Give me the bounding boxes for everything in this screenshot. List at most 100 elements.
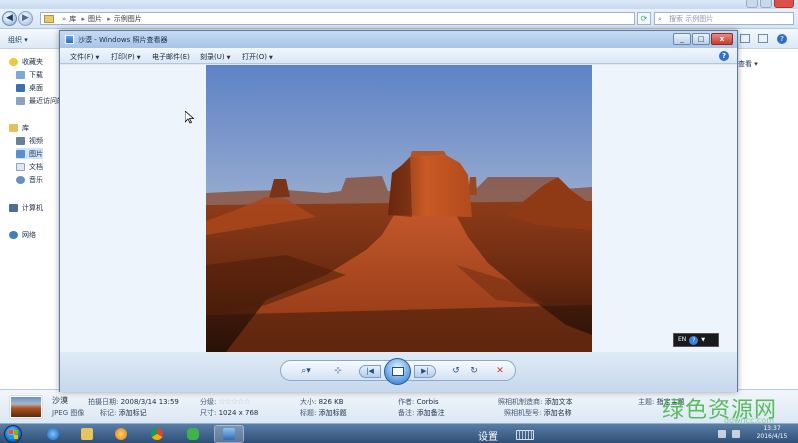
rating-field[interactable]: 分级: ☆☆☆☆☆ [200,397,251,407]
chevron-down-icon: ▼ [136,55,141,61]
chevron-down-icon[interactable]: ▼ [701,334,705,346]
folder-icon [81,428,93,440]
downloads-icon [16,70,25,79]
slideshow-icon [392,367,404,376]
viewer-maximize-button[interactable]: □ [692,33,710,45]
organize-button[interactable]: 组织 ▾ [8,35,28,45]
navigation-pane: 收藏夹 下载 桌面 最近访问的 库 视频 图片 文档 音乐 计算机 网络 [0,49,64,389]
videos-icon [16,136,25,145]
menu-burn[interactable]: 刻录(U) ▼ [200,52,230,62]
dimensions-field: 尺寸: 1024 x 768 [200,409,259,417]
viewer-window-controls: _ □ x [673,33,733,45]
slideshow-button[interactable] [384,358,411,385]
refresh-button[interactable]: ⟳ [637,12,651,25]
recent-places-icon [16,96,25,105]
system-clock[interactable]: 13:37 2016/4/15 [750,425,794,441]
menu-open[interactable]: 打开(O) ▼ [242,52,273,62]
taskbar-green-app[interactable] [178,425,208,443]
internet-explorer-icon [47,428,59,440]
menu-print[interactable]: 打印(P) ▼ [111,52,141,62]
taskbar-explorer[interactable] [72,425,102,443]
documents-icon [16,162,25,171]
search-icon: ⌕ [658,15,662,23]
delete-button[interactable]: ✕ [493,365,507,378]
tags-field[interactable]: 标记: 添加标记 [100,408,147,418]
nav-favorites[interactable]: 收藏夹 [9,56,43,67]
explorer-titlebar [0,0,798,9]
file-name: 沙漠 [52,396,68,405]
settings-label[interactable]: 设置 [478,428,498,443]
back-button[interactable]: ◀ [2,11,17,26]
viewer-minimize-button[interactable]: _ [673,33,691,45]
chrome-icon [151,428,163,440]
nav-libraries[interactable]: 库 [9,122,29,133]
nav-videos[interactable]: 视频 [16,135,43,146]
nav-recent[interactable]: 最近访问的 [16,95,64,106]
speaker-icon[interactable] [718,430,726,438]
breadcrumb-item[interactable]: 图片 [88,15,102,23]
rating-stars[interactable]: ☆☆☆☆☆ [219,397,251,406]
language-indicator[interactable]: EN [678,334,686,346]
image-canvas: EN ? ▼ [60,65,737,352]
network-tray-icon[interactable] [732,430,740,438]
breadcrumb-item[interactable]: 库 [69,15,76,23]
desert-photo [206,65,592,352]
language-help-icon[interactable]: ? [689,335,699,345]
camera-maker-field[interactable]: 照相机制造商: 添加文本 [498,397,573,407]
search-input[interactable]: ⌕ 搜索 示例图片 [654,12,794,25]
viewer-titlebar[interactable]: 沙漠 - Windows 照片查看器 _ □ x [60,31,737,48]
nav-downloads[interactable]: 下载 [16,69,43,80]
start-button[interactable] [4,425,22,443]
comment-field[interactable]: 备注: 添加备注 [398,408,445,418]
menu-email[interactable]: 电子邮件(E) [152,52,190,62]
language-bar[interactable]: EN ? ▼ [673,333,719,347]
address-box[interactable]: » 库 ▸ 图片 ▸ 示例图片 [40,12,635,25]
rotate-counterclockwise-button[interactable]: ↺ [449,365,463,378]
computer-icon [9,203,18,212]
breadcrumb: » 库 ▸ 图片 ▸ 示例图片 [62,15,142,23]
library-icon [9,123,18,132]
taskbar-media-player[interactable] [106,425,136,443]
viewer-title: 沙漠 - Windows 照片查看器 [78,36,168,44]
taskbar-chrome[interactable] [142,425,172,443]
nav-network[interactable]: 网络 [9,229,36,240]
help-icon[interactable]: ? [777,34,787,44]
nav-desktop[interactable]: 桌面 [16,82,43,93]
date-taken-field: 拍摄日期: 2008/3/14 13:59 [88,398,179,406]
maximize-button[interactable] [760,0,772,8]
breadcrumb-item[interactable]: 示例图片 [114,15,142,23]
taskbar: 设置 13:37 2016/4/15 [0,423,798,443]
zoom-button[interactable]: ⌕▾ [295,365,317,378]
close-button[interactable] [774,0,794,8]
chat-app-icon [187,428,199,440]
previous-button[interactable]: |◀ [359,365,381,378]
camera-model-field[interactable]: 照相机型号: 添加名称 [504,408,572,418]
taskbar-photo-viewer[interactable] [214,425,244,443]
pictures-icon [16,149,25,158]
taskbar-ie[interactable] [38,425,68,443]
clock-time: 13:37 [763,425,781,432]
rotate-clockwise-button[interactable]: ↻ [467,365,481,378]
photo-viewer-icon [223,428,235,440]
size-field: 大小: 826 KB [300,398,344,406]
nav-music[interactable]: 音乐 [16,174,43,185]
view-button[interactable]: 查看 ▾ [738,59,758,69]
keyboard-icon[interactable] [516,430,534,440]
views-icon[interactable] [740,34,750,43]
title-field[interactable]: 标题: 添加标题 [300,408,347,418]
folder-icon [44,15,54,23]
playback-controls: ⌕▾ ⊹ |◀ ▶| ↺ ↻ ✕ [280,358,516,385]
actual-size-button[interactable]: ⊹ [331,365,345,378]
minimize-button[interactable] [746,0,758,8]
author-field[interactable]: 作者: Corbis [398,397,439,407]
viewer-close-button[interactable]: x [711,33,733,45]
menu-file[interactable]: 文件(F) ▼ [70,52,99,62]
star-icon [9,57,18,66]
preview-pane-icon[interactable] [758,34,768,43]
next-button[interactable]: ▶| [414,365,436,378]
nav-computer[interactable]: 计算机 [9,202,43,213]
nav-documents[interactable]: 文档 [16,161,43,172]
forward-button[interactable]: ▶ [18,11,33,26]
nav-pictures[interactable]: 图片 [16,148,43,159]
viewer-help-icon[interactable]: ? [719,51,729,61]
